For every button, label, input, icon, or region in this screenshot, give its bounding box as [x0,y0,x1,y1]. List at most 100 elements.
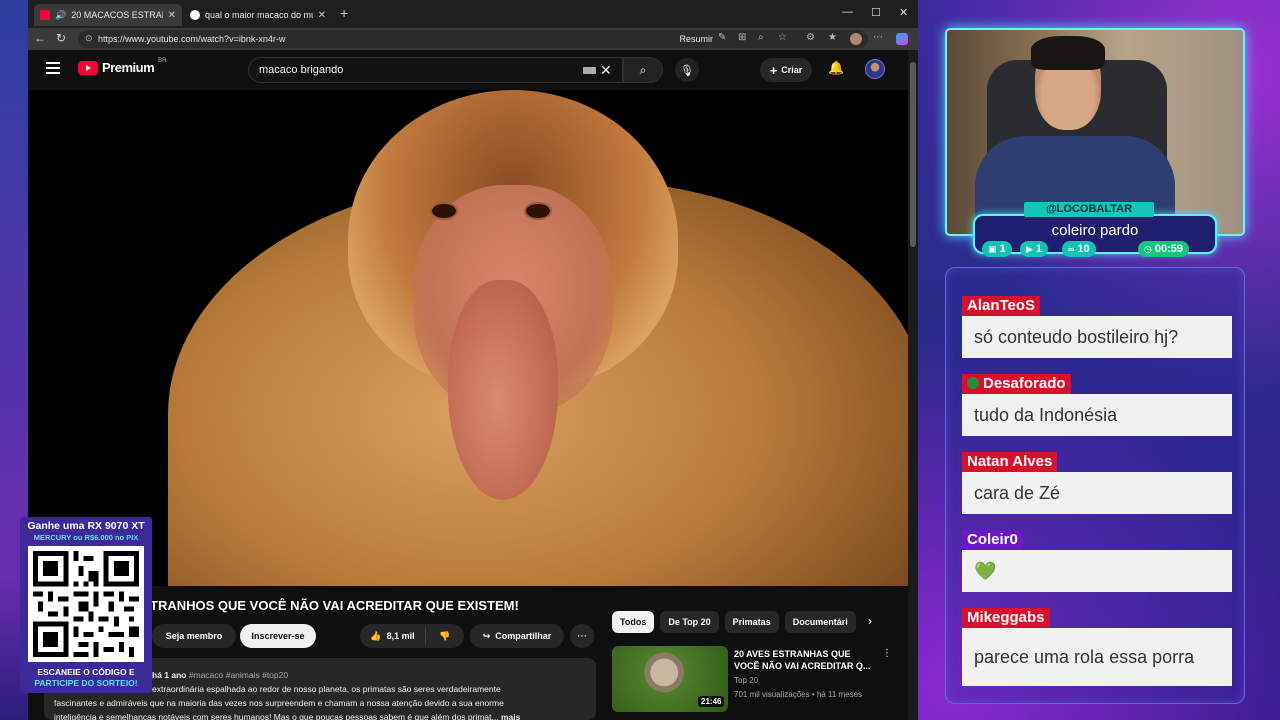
chat-username: Desaforado [983,375,1066,392]
create-label: Criar [781,65,803,75]
reload-icon[interactable]: ↻ [56,31,66,45]
chat-message: cara de Zé [962,472,1232,514]
hamburger-menu-icon[interactable] [46,62,60,74]
dislike-button[interactable]: 👎 [426,631,464,642]
chevron-right-icon[interactable]: › [868,614,872,628]
notifications-bell-icon[interactable]: 🔔 [828,60,844,76]
stat-link: ∞ 10 [1062,241,1096,257]
more-actions-button[interactable]: ⋯ [570,624,594,648]
clear-search-icon[interactable]: ✕ [600,62,612,79]
tab-bar: 🔊 20 MACACOS ESTRANHOS Q ✕ qual o maior … [28,0,918,28]
chat-message-text: só conteudo bostileiro hj? [974,326,1179,347]
chat-message: parece uma rola essa porra [962,628,1232,686]
site-info-icon[interactable]: ⊙ [85,33,93,44]
youtube-icon: ▶ [1026,243,1033,254]
stat-chat: ▣ 1 [982,241,1012,257]
qr-code [28,546,144,662]
video-duration: 21:46 [698,696,725,707]
extensions-icon[interactable]: ⚙ [806,32,815,43]
giveaway-qr-overlay: Ganhe uma RX 9070 XT MERCURY ou R$6.000 … [20,517,152,693]
more-menu-icon[interactable]: ⋯ [873,32,883,43]
stat-value: 00:59 [1154,243,1183,255]
share-button[interactable]: ↪ Compartilhar [470,624,564,648]
chat-message: 💚 [962,550,1232,592]
minimize-icon[interactable]: — [842,6,853,18]
like-count: 8,1 mil [386,631,415,641]
show-more-link[interactable]: mais [501,712,520,720]
more-vert-icon[interactable]: ⋮ [882,648,892,659]
plus-icon: + [769,62,778,78]
youtube-page: Premium BR macaco brigando ✕ ⌕ 🎙 + Criar… [28,50,908,720]
chat-message: só conteudo bostileiro hj? [962,316,1232,358]
like-button[interactable]: 👍 8,1 mil [360,628,426,644]
recommended-video[interactable]: 21:46 20 AVES ESTRANHAS QUE VOCÊ NÃO VAI… [612,646,902,716]
clock-icon: ◷ [1144,243,1152,254]
resumir-button[interactable]: Resumir [679,34,713,44]
chat-username: AlanTeoS [962,296,1041,316]
close-tab-icon[interactable]: ✕ [168,10,176,21]
chat-username: Coleir0 [962,530,1023,550]
copilot-summary-icon[interactable]: ✎ [718,32,726,43]
zoom-icon[interactable]: ⌕ [758,32,764,43]
chat-message-text: cara de Zé [974,482,1061,503]
maximize-icon[interactable]: ☐ [871,6,881,19]
giveaway-cta-2: PARTICIPE DO SORTEIO! [34,678,138,688]
close-window-icon[interactable]: ✕ [899,6,908,19]
chip-documentarios[interactable]: Documentári [784,611,856,633]
voice-search-button[interactable]: 🎙 [675,58,699,82]
recommended-channel[interactable]: Top 20 [734,676,758,685]
chat-username-badge: Desaforado [962,374,1071,394]
monkey-eye-right [524,202,552,220]
hashtags[interactable]: #macaco #animais #top20 [189,670,288,680]
streamer-hair [1031,36,1105,70]
description-line: fascinantes e admiráveis que na maioria … [54,698,504,708]
youtube-logo[interactable]: Premium BR [78,57,167,75]
chip-primatas[interactable]: Primatas [724,611,779,633]
tab-title: 20 MACACOS ESTRANHOS Q [71,10,162,20]
profile-avatar[interactable] [850,33,862,45]
tab-youtube[interactable]: 🔊 20 MACACOS ESTRANHOS Q ✕ [34,4,182,26]
recommended-views: 701 mil visualizações • há 11 meses [734,690,863,699]
account-avatar[interactable] [865,59,885,79]
monkey-eye-left [430,202,458,220]
address-bar: ← ↻ ⊙ https://www.youtube.com/watch?v=ib… [28,28,918,50]
keyboard-icon[interactable] [583,67,596,74]
search-button[interactable]: ⌕ [623,57,663,83]
filter-chips: Todos De Top 20 Primatas Documentári [612,611,856,633]
subscribe-button[interactable]: Inscrever-se [240,624,316,648]
back-icon[interactable]: ← [34,31,46,45]
copilot-icon[interactable] [896,33,908,45]
favorite-star-icon[interactable]: ☆ [778,32,787,43]
chip-todos[interactable]: Todos [612,611,655,633]
tab-title: qual o maior macaco do mundo [205,10,313,20]
video-player[interactable] [28,90,908,586]
stat-value: 1 [1035,243,1043,255]
chat-message: tudo da Indonésia [962,394,1232,436]
youtube-play-icon [78,60,98,75]
chat-username: Natan Alves [962,452,1058,472]
chat-username: Mikeggabs [962,608,1050,628]
youtube-favicon-icon [40,10,50,20]
tab-google[interactable]: qual o maior macaco do mundo ✕ [184,4,332,26]
stream-status: coleiro pardo [1051,222,1139,239]
join-button[interactable]: Seja membro [152,624,236,648]
chip-de-top-20[interactable]: De Top 20 [660,611,719,633]
microphone-icon: 🎙 [680,64,694,77]
scrollbar-thumb[interactable] [910,62,916,247]
chat-message-text: tudo da Indonésia [974,404,1118,425]
apps-icon[interactable]: ⊞ [738,32,746,43]
green-heart-icon: 💚 [974,560,997,581]
close-tab-icon[interactable]: ✕ [318,10,326,21]
url-text: https://www.youtube.com/watch?v=ibnk-xn4… [98,34,286,44]
recommended-title[interactable]: 20 AVES ESTRANHAS QUE VOCÊ NÃO VAI ACRED… [734,648,874,672]
logo-region: BR [158,57,167,64]
url-field[interactable]: ⊙ https://www.youtube.com/watch?v=ibnk-x… [78,30,868,48]
thumbs-up-icon: 👍 [370,630,382,641]
stat-value: 10 [1077,243,1090,255]
stat-timer: ◷ 00:59 [1138,241,1189,257]
new-tab-icon[interactable]: + [340,5,348,21]
create-button[interactable]: + Criar [760,58,812,82]
video-title: TRANHOS QUE VOCÊ NÃO VAI ACREDITAR QUE E… [150,598,519,613]
search-input[interactable]: macaco brigando [248,57,623,83]
favorites-icon[interactable]: ★ [828,32,837,43]
